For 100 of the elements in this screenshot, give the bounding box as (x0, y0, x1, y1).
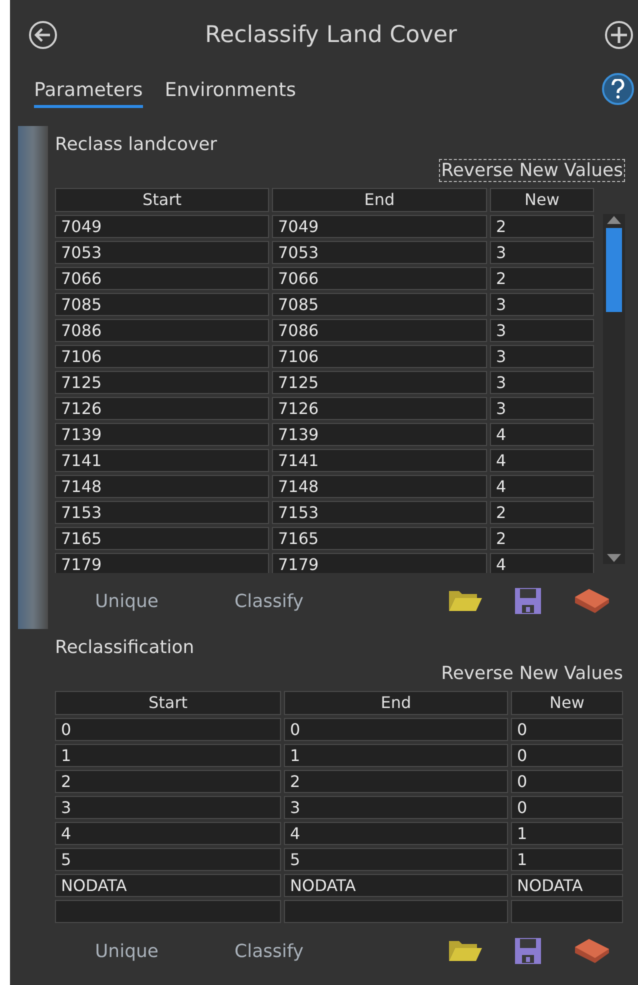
column-header[interactable]: Start (55, 188, 269, 212)
add-button[interactable] (604, 20, 634, 50)
empty-cell[interactable] (511, 900, 623, 923)
table-cell[interactable]: 7148 (55, 475, 269, 498)
question-mark-icon (611, 79, 625, 99)
table-cell[interactable]: NODATA (511, 874, 623, 897)
save-button[interactable] (513, 586, 543, 616)
table-cell[interactable]: NODATA (55, 874, 281, 897)
table-cell[interactable]: 7066 (272, 267, 487, 290)
table-cell[interactable]: 3 (490, 371, 594, 394)
table-cell[interactable]: 2 (490, 215, 594, 238)
table-cell[interactable]: 4 (490, 449, 594, 472)
table-cell[interactable]: 0 (511, 718, 623, 741)
clear-button[interactable] (573, 587, 611, 615)
open-button[interactable] (447, 589, 483, 613)
text-button[interactable]: Unique (95, 940, 158, 962)
save-icon (513, 936, 543, 966)
table-cell[interactable]: 5 (284, 848, 508, 871)
table-cell[interactable]: 7085 (272, 293, 487, 316)
table-cell[interactable]: 3 (490, 319, 594, 342)
table-cell[interactable]: 5 (55, 848, 281, 871)
table-cell[interactable]: 0 (511, 770, 623, 793)
table-cell[interactable]: 2 (490, 527, 594, 550)
text-button[interactable]: Unique (95, 590, 158, 612)
table-cell[interactable]: 7125 (272, 371, 487, 394)
table-cell[interactable]: 7139 (272, 423, 487, 446)
table-cell[interactable]: 7165 (55, 527, 269, 550)
table-cell[interactable]: 4 (490, 475, 594, 498)
save-icon (513, 586, 543, 616)
table-cell[interactable]: 7153 (272, 501, 487, 524)
table-cell[interactable]: 2 (284, 770, 508, 793)
table-cell[interactable]: 7049 (272, 215, 487, 238)
parameter-label: Reclass landcover (55, 133, 218, 155)
table-cell[interactable]: 2 (55, 770, 281, 793)
column-header[interactable]: Start (55, 691, 281, 715)
reverse-values-button[interactable]: Reverse New Values (439, 159, 625, 182)
table-cell[interactable]: 0 (511, 744, 623, 767)
table-cell[interactable]: 0 (511, 796, 623, 819)
save-button[interactable] (513, 936, 543, 966)
scroll-down-icon[interactable] (607, 554, 621, 562)
table-cell[interactable]: 0 (55, 718, 281, 741)
column-header[interactable]: New (511, 691, 623, 715)
tab[interactable]: Parameters (34, 76, 143, 108)
table-cell[interactable]: 3 (490, 397, 594, 420)
table-cell[interactable]: 4 (55, 822, 281, 845)
table-cell[interactable]: 7049 (55, 215, 269, 238)
table-cell[interactable]: 7126 (55, 397, 269, 420)
empty-cell[interactable] (284, 900, 508, 923)
table-cell[interactable]: 7086 (55, 319, 269, 342)
folder-icon (447, 589, 483, 613)
scroll-up-icon[interactable] (607, 216, 621, 224)
back-button[interactable] (28, 20, 58, 50)
table-cell[interactable]: 7179 (55, 553, 269, 573)
table-cell[interactable]: 3 (284, 796, 508, 819)
reverse-values-button[interactable]: Reverse New Values (439, 662, 625, 685)
table-cell[interactable]: 7106 (272, 345, 487, 368)
table-cell[interactable]: 3 (490, 293, 594, 316)
table-cell[interactable]: 3 (490, 241, 594, 264)
table-cell[interactable]: 7148 (272, 475, 487, 498)
table-cell[interactable]: 3 (55, 796, 281, 819)
empty-cell[interactable] (55, 900, 281, 923)
table-cell[interactable]: 0 (284, 718, 508, 741)
help-button[interactable] (602, 73, 634, 105)
table-cell[interactable]: 7165 (272, 527, 487, 550)
scrollbar[interactable] (603, 214, 625, 564)
table-cell[interactable]: 7106 (55, 345, 269, 368)
table-cell[interactable]: 3 (490, 345, 594, 368)
plus-icon (604, 20, 634, 50)
table-cell[interactable]: 7125 (55, 371, 269, 394)
open-button[interactable] (447, 939, 483, 963)
column-header[interactable]: End (272, 188, 487, 212)
table-cell[interactable]: 7053 (55, 241, 269, 264)
table-cell[interactable]: NODATA (284, 874, 508, 897)
table-cell[interactable]: 2 (490, 267, 594, 290)
table-cell[interactable]: 7086 (272, 319, 487, 342)
table-cell[interactable]: 1 (511, 822, 623, 845)
table-cell[interactable]: 7139 (55, 423, 269, 446)
table-cell[interactable]: 7085 (55, 293, 269, 316)
table-cell[interactable]: 7153 (55, 501, 269, 524)
text-button[interactable]: Classify (234, 590, 304, 612)
folder-icon (447, 939, 483, 963)
table-cell[interactable]: 1 (55, 744, 281, 767)
table-cell[interactable]: 7179 (272, 553, 487, 573)
table-cell[interactable]: 7141 (272, 449, 487, 472)
table-cell[interactable]: 2 (490, 501, 594, 524)
table-cell[interactable]: 7066 (55, 267, 269, 290)
column-header[interactable]: End (284, 691, 508, 715)
scroll-thumb[interactable] (606, 228, 622, 312)
table-cell[interactable]: 7053 (272, 241, 487, 264)
tab[interactable]: Environments (164, 76, 296, 108)
text-button[interactable]: Classify (234, 940, 304, 962)
column-header[interactable]: New (490, 188, 594, 212)
table-cell[interactable]: 7126 (272, 397, 487, 420)
table-cell[interactable]: 4 (284, 822, 508, 845)
table-cell[interactable]: 7141 (55, 449, 269, 472)
table-cell[interactable]: 4 (490, 553, 594, 573)
table-cell[interactable]: 4 (490, 423, 594, 446)
table-cell[interactable]: 1 (511, 848, 623, 871)
table-cell[interactable]: 1 (284, 744, 508, 767)
clear-button[interactable] (573, 937, 611, 965)
